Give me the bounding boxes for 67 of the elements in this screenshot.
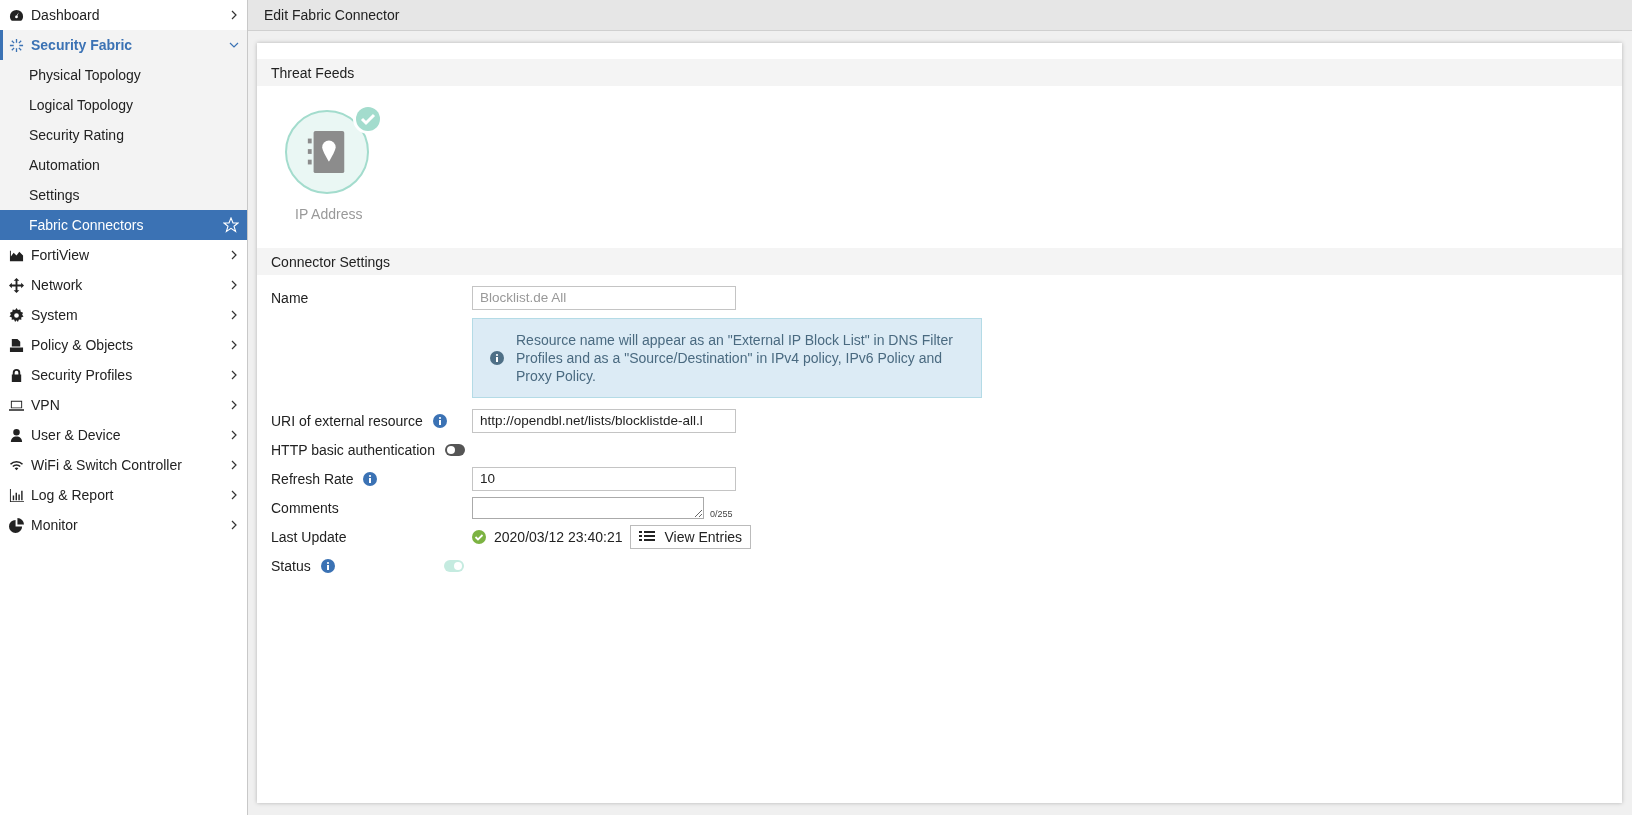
nav-item[interactable]: Monitor xyxy=(0,510,247,540)
lock-icon xyxy=(9,367,24,383)
chevron-down-icon xyxy=(229,40,239,50)
document-icon xyxy=(9,337,24,353)
check-icon xyxy=(353,104,383,134)
chevron-right-icon xyxy=(229,490,239,500)
list-icon xyxy=(639,529,656,544)
last-update-time: 2020/03/12 23:40:21 xyxy=(494,528,623,545)
chevron-right-icon xyxy=(229,430,239,440)
feed-option[interactable] xyxy=(285,104,383,194)
page-title: Edit Fabric Connector xyxy=(264,7,400,23)
chevron-right-icon xyxy=(229,370,239,380)
nav-item[interactable]: Log & Report xyxy=(0,480,247,510)
nav-subitem[interactable]: Fabric Connectors xyxy=(0,210,247,240)
move-arrows-icon xyxy=(9,277,24,293)
dashboard-icon xyxy=(9,7,24,23)
nav-item[interactable]: VPN xyxy=(0,390,247,420)
field-label: HTTP basic authentication xyxy=(271,441,435,458)
star-icon[interactable] xyxy=(223,217,239,233)
info-icon[interactable] xyxy=(432,413,447,428)
nav-item[interactable]: Security Fabric xyxy=(0,30,247,60)
nav-item[interactable]: Dashboard xyxy=(0,0,247,30)
nav-item[interactable]: User & Device xyxy=(0,420,247,450)
chevron-right-icon xyxy=(229,310,239,320)
info-icon[interactable] xyxy=(363,471,378,486)
uri-field[interactable]: http://opendbl.net/lists/blocklistde-all.l xyxy=(472,408,736,433)
gear-icon xyxy=(9,307,24,323)
nav-item[interactable]: Security Profiles xyxy=(0,360,247,390)
bar-chart-icon xyxy=(9,487,24,503)
section-title: Threat Feeds xyxy=(271,64,355,81)
chevron-right-icon xyxy=(229,400,239,410)
nav-item[interactable]: FortiView xyxy=(0,240,247,270)
info-icon[interactable] xyxy=(320,558,335,573)
field-label: Last Update xyxy=(271,528,348,545)
refresh-rate-field[interactable]: 10 xyxy=(472,466,736,491)
nav-item[interactable]: Policy & Objects xyxy=(0,330,247,360)
nav-subitem[interactable]: Logical Topology xyxy=(0,90,247,120)
nav-subitem[interactable]: Physical Topology xyxy=(0,60,247,90)
field-label: Status xyxy=(271,557,311,574)
nav-subitem[interactable]: Settings xyxy=(0,180,247,210)
field-label: Refresh Rate xyxy=(271,470,354,487)
chevron-right-icon xyxy=(229,250,239,260)
pie-chart-icon xyxy=(9,517,24,533)
toggle-switch[interactable] xyxy=(444,443,465,456)
section-title: Connector Settings xyxy=(271,253,391,270)
info-icon xyxy=(490,351,504,365)
field-label: Comments xyxy=(271,499,340,516)
character-counter: 0/255 xyxy=(710,509,733,519)
notice-text: Resource name will appear as an "External IP Block List" in DNS Filter Profiles and as a "Source/Destination" in IPv4 policy, IPv6 Policy and Proxy Policy. xyxy=(516,331,954,385)
address-book-icon xyxy=(307,129,347,175)
feed-label: IP Address xyxy=(295,206,363,222)
chevron-right-icon xyxy=(229,520,239,530)
chevron-right-icon xyxy=(229,10,239,20)
nav-item[interactable]: Network xyxy=(0,270,247,300)
nav-item[interactable]: System xyxy=(0,300,247,330)
field-label: Name xyxy=(271,289,310,306)
nav-subitem[interactable]: Automation xyxy=(0,150,247,180)
user-icon xyxy=(9,427,24,443)
chevron-right-icon xyxy=(229,460,239,470)
nav-item[interactable]: WiFi & Switch Controller xyxy=(0,450,247,480)
view-entries-button[interactable]: View Entries xyxy=(630,524,752,549)
comments-field[interactable] xyxy=(472,496,704,519)
fabric-icon xyxy=(9,37,24,53)
chevron-right-icon xyxy=(229,280,239,290)
chevron-right-icon xyxy=(229,340,239,350)
field-label: URI of external resource xyxy=(271,412,423,429)
nav-subitem[interactable]: Security Rating xyxy=(0,120,247,150)
